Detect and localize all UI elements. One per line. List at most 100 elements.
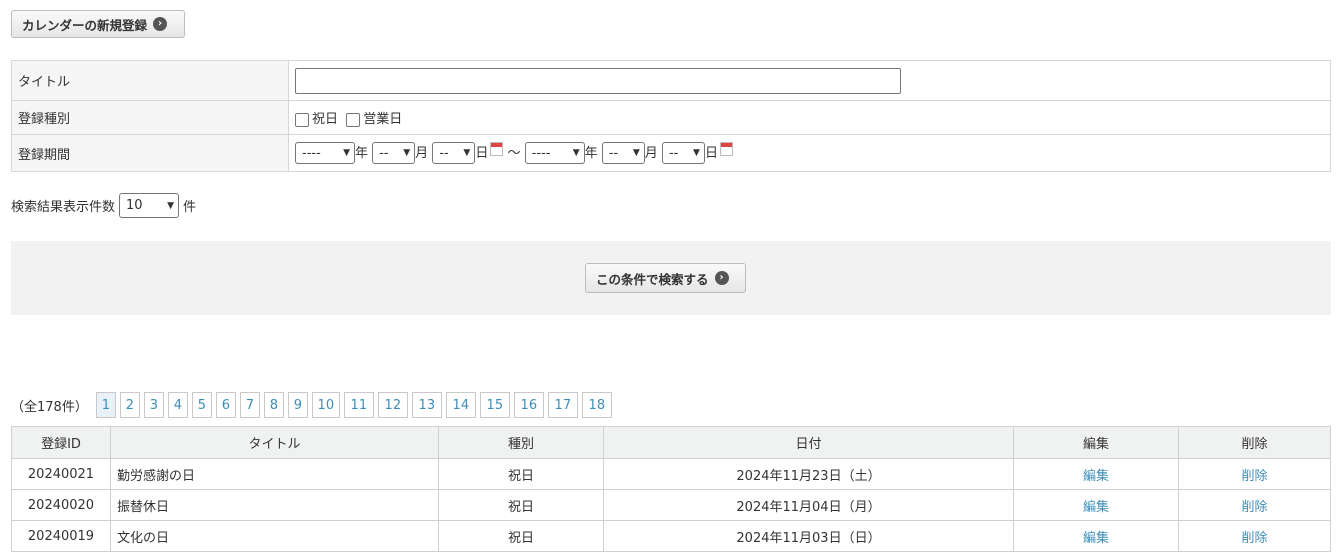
end-month-select[interactable]: -- ▼ [601,142,645,165]
page-link-1[interactable]: 1 [95,392,116,418]
col-header-id: 登録ID [11,426,111,459]
per-page-unit: 件 [183,200,197,215]
chevron-down-icon: ▼ [343,148,350,159]
page-link-8[interactable]: 8 [263,392,284,418]
page-link-11[interactable]: 11 [343,392,374,418]
year-unit: 年 [355,145,369,161]
range-tilde: ～ [507,145,521,161]
results-per-page: 検索結果表示件数 10 ▼ 件 [11,193,196,218]
page-link-2[interactable]: 2 [119,392,140,418]
end-day-select[interactable]: -- ▼ [661,142,705,165]
cell-title: 文化の日 [110,520,439,552]
page-link-16[interactable]: 16 [513,392,544,418]
cell-id: 20240019 [11,520,111,552]
cell-delete: 削除 [1178,489,1331,521]
results-table: 登録ID タイトル 種別 日付 編集 削除 20240021 勤労感謝の日 祝日 20… [11,426,1331,552]
page-link-12[interactable]: 12 [377,392,408,418]
end-day-value: -- [668,145,679,161]
chevron-down-icon: ▼ [693,148,700,159]
table-row: 20240020 振替休日 祝日 2024年11月04日（月） 編集 削除 [11,489,1331,521]
start-year-select[interactable]: ---- ▼ [295,142,355,165]
holiday-checkbox-label: 祝日 [312,112,339,127]
cell-edit: 編集 [1013,489,1179,521]
col-header-edit: 編集 [1013,426,1179,459]
holiday-checkbox[interactable] [295,112,309,127]
table-row: 20240021 勤労感謝の日 祝日 2024年11月23日（土） 編集 削除 [11,458,1331,490]
page-link-5[interactable]: 5 [191,392,212,418]
chevron-down-icon: ▼ [463,148,471,159]
type-label: 登録種別 [11,100,289,135]
start-day-select[interactable]: -- ▼ [432,142,476,165]
page-link-10[interactable]: 10 [311,392,340,418]
page-link-17[interactable]: 17 [547,392,578,418]
start-month-select[interactable]: -- ▼ [372,142,416,165]
search-button-label: この条件で検索する [596,271,709,287]
cell-id: 20240020 [11,489,111,521]
year-unit: 年 [584,145,598,161]
page-link-18[interactable]: 18 [581,392,612,418]
new-calendar-button[interactable]: カレンダーの新規登録 › [11,10,185,38]
page-link-7[interactable]: 7 [239,392,260,418]
month-unit: 月 [644,145,658,161]
chevron-down-icon: ▼ [403,148,411,159]
chevron-down-icon: ▼ [632,148,640,159]
end-year-select[interactable]: ---- ▼ [524,142,585,165]
end-month-value: -- [608,145,619,161]
per-page-select[interactable]: 10 ▼ [119,193,180,218]
page-link-3[interactable]: 3 [143,392,164,418]
search-form: タイトル 登録種別 祝日 営業日 登録期間 ---- ▼ 年 -- ▼ 月 -- ▼ 日 ～… [11,60,1331,172]
page-link-14[interactable]: 14 [445,392,476,418]
cell-date: 2024年11月23日（土） [603,458,1014,490]
calendar-icon[interactable] [490,141,504,156]
start-day-value: -- [439,145,449,161]
results-body: 20240021 勤労感謝の日 祝日 2024年11月23日（土） 編集 削除 202400… [11,458,1331,552]
total-count: （全178件） [11,399,88,415]
search-button[interactable]: この条件で検索する › [585,263,746,293]
delete-link[interactable]: 削除 [1241,469,1267,484]
delete-link[interactable]: 削除 [1241,531,1267,546]
new-calendar-button-label: カレンダーの新規登録 [22,17,148,33]
page-link-15[interactable]: 15 [479,392,510,418]
title-input[interactable] [295,67,901,94]
arrow-right-circle-icon: › [714,271,729,285]
chevron-down-icon: ▼ [167,200,175,211]
page-link-6[interactable]: 6 [215,392,236,418]
cell-type: 祝日 [438,520,604,552]
day-unit: 日 [475,145,489,161]
business-day-checkbox-label: 営業日 [363,112,403,127]
day-unit: 日 [704,145,718,161]
cell-title: 勤労感謝の日 [110,458,439,490]
search-button-area: この条件で検索する › [11,241,1331,315]
period-label: 登録期間 [11,134,289,172]
business-day-checkbox[interactable] [346,112,361,127]
chevron-down-icon: ▼ [572,148,580,159]
edit-link[interactable]: 編集 [1083,500,1109,515]
delete-link[interactable]: 削除 [1241,500,1267,515]
edit-link[interactable]: 編集 [1083,469,1109,484]
cell-title: 振替休日 [110,489,439,521]
cell-type: 祝日 [438,458,604,490]
col-header-delete: 削除 [1178,426,1331,459]
col-header-type: 種別 [438,426,604,459]
cell-date: 2024年11月03日（日） [603,520,1014,552]
pagination: （全178件） 1 2 3 4 5 6 7 8 9 10 11 12 13 14 15 16 17 18 [11,392,612,418]
edit-link[interactable]: 編集 [1083,531,1109,546]
cell-edit: 編集 [1013,458,1179,490]
cell-edit: 編集 [1013,520,1179,552]
col-header-date: 日付 [603,426,1014,459]
start-year-value: ---- [302,145,321,161]
cell-id: 20240021 [11,458,111,490]
calendar-icon[interactable] [719,141,733,156]
arrow-right-circle-icon: › [153,17,168,31]
cell-date: 2024年11月04日（月） [603,489,1014,521]
per-page-value: 10 [126,198,143,213]
page-link-9[interactable]: 9 [287,392,308,418]
start-month-value: -- [379,145,389,161]
cell-type: 祝日 [438,489,604,521]
month-unit: 月 [415,145,429,161]
cell-delete: 削除 [1178,458,1331,490]
page-link-13[interactable]: 13 [411,392,442,418]
col-header-title: タイトル [110,426,439,459]
page-link-4[interactable]: 4 [167,392,188,418]
cell-delete: 削除 [1178,520,1331,552]
